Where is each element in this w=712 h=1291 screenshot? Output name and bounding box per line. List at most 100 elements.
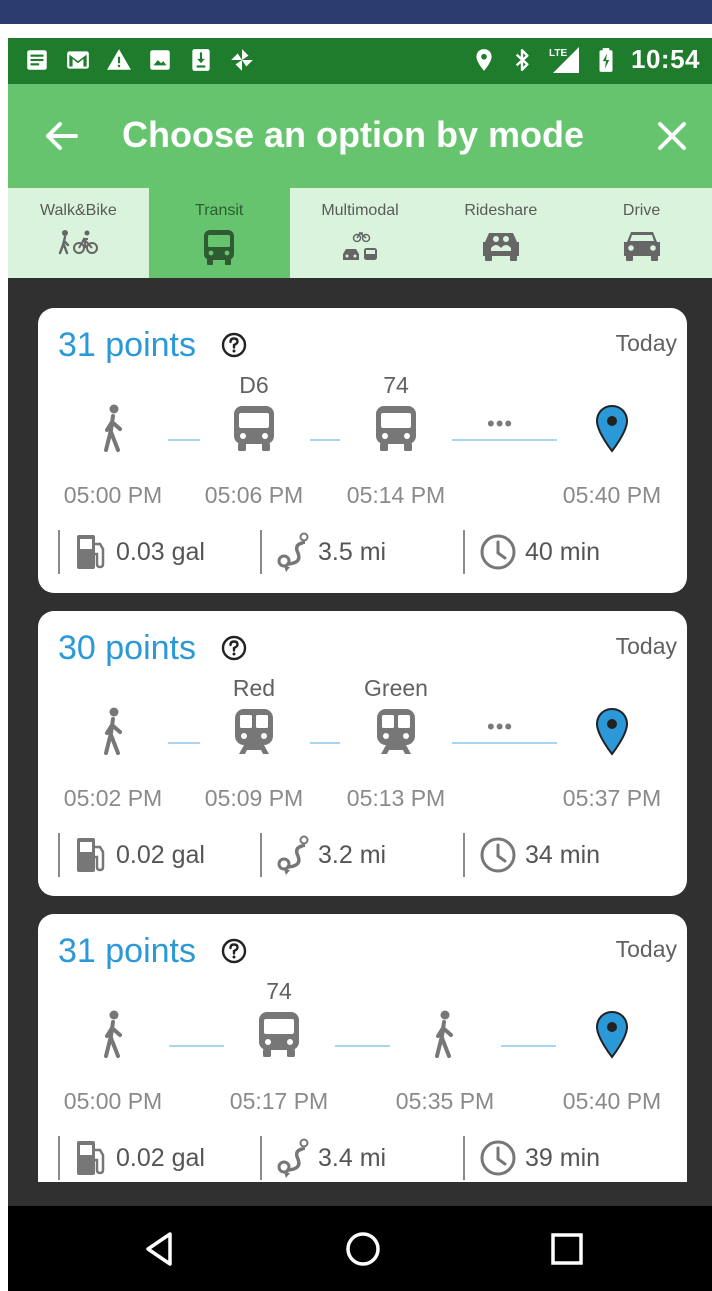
tab-multimodal[interactable]: Multimodal [290,188,431,278]
bus-icon [376,406,416,451]
nav-home-icon[interactable] [340,1226,386,1272]
duration-value: 34 min [525,840,601,869]
help-icon[interactable] [221,635,247,661]
tab-label: Rideshare [464,202,538,219]
tab-transit[interactable]: Transit [148,188,290,278]
mode-tabs: Walk&Bike Transit Multimodal Rideshare D… [8,188,712,278]
status-bar: LTE 10:54 [8,38,712,84]
walk-icon [104,404,122,452]
duration-value: 39 min [525,1143,601,1172]
points-label: 30 points [58,629,196,667]
page-title: Choose an option by mode [122,114,585,155]
destination-pin-icon [595,707,629,756]
distance-value: 3.5 mi [318,537,387,566]
gmail-icon [67,51,89,69]
duration-stat: 40 min [463,530,600,574]
leg-connector [501,1045,556,1047]
close-icon[interactable] [648,112,696,160]
location-icon [476,48,492,71]
leg-connector [335,1045,390,1047]
leg-time: 05:14 PM [346,482,446,508]
points-label: 31 points [58,326,196,364]
image-icon [150,50,170,70]
leg-time: 05:06 PM [204,482,304,508]
pinwheel-icon [231,49,253,71]
clock-icon [480,534,516,570]
leg-time: 05:37 PM [562,785,662,811]
option-card[interactable]: 31 points Today D6 74 ••• 05:00 PM 05:06… [38,308,687,593]
route-label: D6 [239,372,269,398]
bus-icon [234,406,274,451]
route-icon [277,1138,309,1178]
route-label: Green [364,675,428,701]
leg-time: 05:00 PM [63,1088,163,1114]
clock-time: 10:54 [631,44,700,74]
bus-icon [259,1012,299,1057]
leg-connector [168,742,200,744]
tab-rideshare[interactable]: Rideshare [430,188,571,278]
clock-icon [480,837,516,873]
tab-label: Multimodal [321,202,399,219]
battery-charging-icon [599,47,613,72]
notes-icon [27,50,47,70]
bus-icon [204,230,235,265]
fuel-pump-icon [77,838,105,872]
warning-icon [107,49,131,70]
day-label: Today [615,936,677,962]
fuel-pump-icon [77,1141,105,1175]
top-band [0,0,712,24]
route-label: 74 [383,372,409,398]
tab-walk-bike[interactable]: Walk&Bike [8,188,149,278]
duration-stat: 34 min [463,833,600,877]
car-icon [623,232,660,261]
leg-connector [310,742,340,744]
leg-time: 05:40 PM [562,482,662,508]
train-icon [377,709,415,754]
option-card[interactable]: 31 points Today 74 05:00 PM 05:17 PM 05:… [38,914,687,1182]
app-bar: Choose an option by mode [8,84,712,188]
leg-connector [169,1045,224,1047]
day-label: Today [615,330,677,356]
destination-pin-icon [595,404,629,453]
walk-icon [104,1010,122,1058]
more-legs-indicator: ••• [487,411,514,436]
fuel-stat: 0.02 gal [58,1136,205,1180]
walk-icon [435,1010,453,1058]
route-label: 74 [266,978,292,1004]
help-icon[interactable] [221,938,247,964]
duration-value: 40 min [525,537,601,566]
leg-connector [452,439,557,441]
distance-stat: 3.2 mi [260,833,386,877]
options-list[interactable]: 31 points Today D6 74 ••• 05:00 PM 05:06… [8,278,712,1206]
more-legs-indicator: ••• [487,714,514,739]
leg-time: 05:02 PM [63,785,163,811]
distance-stat: 3.4 mi [260,1136,386,1180]
distance-stat: 3.5 mi [260,530,386,574]
day-label: Today [615,633,677,659]
lte-signal-icon: LTE [549,46,579,73]
arrow-back-icon[interactable] [38,112,86,160]
points-label: 31 points [58,932,196,970]
help-icon[interactable] [221,332,247,358]
lte-label: LTE [549,48,567,59]
fuel-value: 0.03 gal [116,537,205,566]
duration-stat: 39 min [463,1136,600,1180]
leg-time: 05:00 PM [63,482,163,508]
tab-drive[interactable]: Drive [571,188,712,278]
option-card[interactable]: 30 points Today Red Green ••• 05:02 PM 0… [38,611,687,896]
leg-connector [310,439,340,441]
leg-time: 05:35 PM [395,1088,495,1114]
route-icon [277,532,309,572]
leg-time: 05:17 PM [229,1088,329,1114]
leg-time: 05:09 PM [204,785,304,811]
multimodal-icon [342,231,377,260]
nav-back-icon[interactable] [136,1226,182,1272]
phone-screen: LTE 10:54 Choose an option by mode Walk&… [8,38,712,1291]
download-icon [192,49,210,71]
distance-value: 3.4 mi [318,1143,387,1172]
fuel-stat: 0.02 gal [58,833,205,877]
fuel-stat: 0.03 gal [58,530,205,574]
nav-recents-icon[interactable] [544,1226,590,1272]
rideshare-icon [482,233,519,261]
walk-bike-icon [59,230,99,255]
